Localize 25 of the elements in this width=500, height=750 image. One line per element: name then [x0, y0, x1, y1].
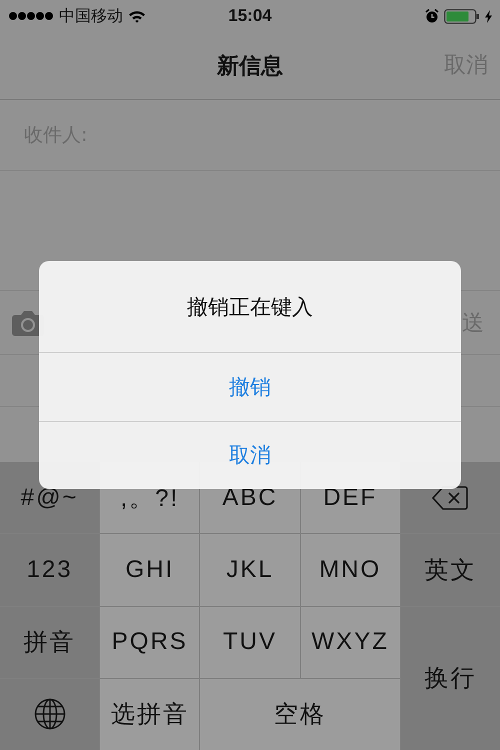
space-key[interactable]: 空格: [200, 678, 400, 750]
alarm-icon: [425, 9, 439, 23]
keyboard-key[interactable]: JKL: [200, 534, 300, 606]
keyboard-key[interactable]: 123: [0, 534, 100, 606]
delete-icon: [432, 486, 468, 510]
keyboard-key[interactable]: 英文: [400, 534, 500, 606]
battery-icon: [444, 8, 480, 24]
wifi-icon: [128, 10, 146, 22]
clock-time: 15:04: [228, 6, 272, 26]
keyboard-key[interactable]: PQRS: [100, 606, 200, 678]
carrier-name: 中国移动: [59, 6, 123, 26]
alert-title: 撤销正在键入: [39, 261, 461, 353]
dialog-button[interactable]: 撤销: [39, 353, 461, 422]
globe-icon: [34, 698, 66, 730]
keyboard-key[interactable]: 拼音: [0, 606, 100, 678]
keyboard-key[interactable]: MNO: [300, 534, 400, 606]
globe-key[interactable]: [0, 678, 100, 750]
return-key[interactable]: 换行: [400, 606, 500, 750]
signal-icon: [8, 11, 54, 21]
screen-title: 新信息: [217, 52, 283, 80]
keyboard-key[interactable]: WXYZ: [300, 606, 400, 678]
charging-icon: [485, 10, 492, 22]
keyboard-key[interactable]: GHI: [100, 534, 200, 606]
keyboard-key[interactable]: 选拼音: [100, 678, 200, 750]
keyboard-key[interactable]: TUV: [200, 606, 300, 678]
